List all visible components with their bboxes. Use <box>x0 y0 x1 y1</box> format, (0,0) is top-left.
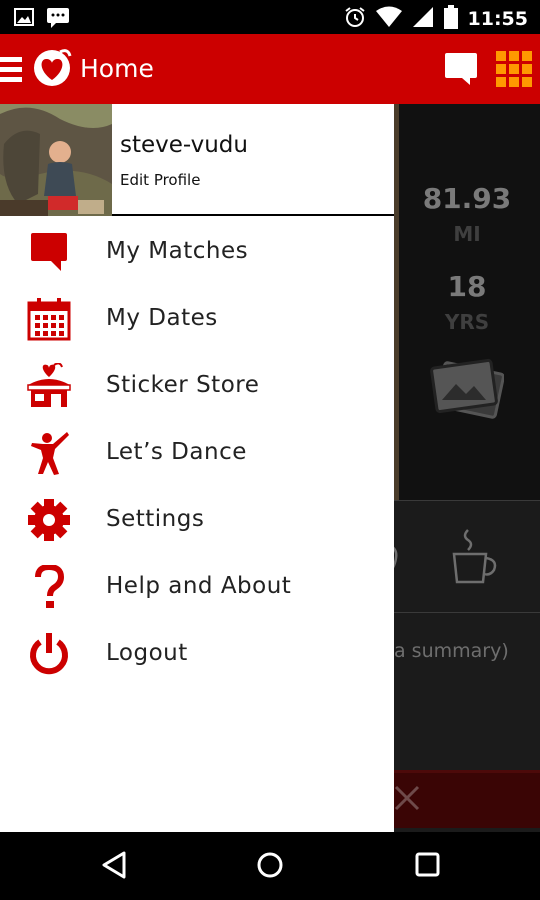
app-bar: Home <box>0 34 540 104</box>
image-notification-icon <box>14 7 34 33</box>
menu-item-help-and-about[interactable]: Help and About <box>0 553 394 620</box>
alarm-icon <box>344 6 366 32</box>
store-icon <box>24 363 74 408</box>
system-nav-bar <box>0 832 540 900</box>
recents-icon[interactable] <box>414 850 442 884</box>
menu-item-lets-dance[interactable]: Let’s Dance <box>0 419 394 486</box>
signal-icon <box>412 6 434 32</box>
background-action-bar <box>394 770 540 828</box>
drawer-menu: My Matches My Dates Sticker Store Let’s … <box>0 218 394 687</box>
divider <box>394 612 540 613</box>
status-bar: 11:55 <box>0 0 540 34</box>
chat-bubble-icon <box>24 230 74 274</box>
distance-unit: MI <box>453 222 481 246</box>
page-title: Home <box>80 54 154 83</box>
avatar[interactable] <box>0 104 112 216</box>
coffee-icon[interactable] <box>450 528 500 590</box>
age-value: 18 <box>447 270 487 303</box>
home-icon[interactable] <box>256 850 284 884</box>
app-logo <box>30 48 74 92</box>
profile-header[interactable]: steve-vudu Edit Profile <box>0 104 394 216</box>
divider <box>394 500 540 501</box>
menu-item-label: Let’s Dance <box>106 439 247 465</box>
menu-item-label: Help and About <box>106 573 292 599</box>
menu-item-my-matches[interactable]: My Matches <box>0 218 394 285</box>
background-stats-panel: 81.93 MI 18 YRS <box>394 104 540 500</box>
battery-icon <box>443 5 458 33</box>
hamburger-menu-icon[interactable] <box>0 57 22 83</box>
grid-icon[interactable] <box>496 51 532 91</box>
menu-item-label: Sticker Store <box>106 372 260 398</box>
menu-item-logout[interactable]: Logout <box>0 620 394 687</box>
question-icon <box>24 565 74 609</box>
power-icon <box>24 632 74 676</box>
close-icon[interactable] <box>394 785 420 815</box>
menu-item-label: My Matches <box>106 238 249 264</box>
wifi-icon <box>375 6 402 32</box>
background-profile-page: 81.93 MI 18 YRS a summary) <box>394 104 540 834</box>
clock-time: 11:55 <box>467 8 528 30</box>
menu-item-my-dates[interactable]: My Dates <box>0 285 394 352</box>
navigation-drawer: steve-vudu Edit Profile My Matches My Da… <box>0 104 394 832</box>
dancer-icon <box>24 431 74 475</box>
menu-item-sticker-store[interactable]: Sticker Store <box>0 352 394 419</box>
drink-icon[interactable] <box>394 538 400 582</box>
back-icon[interactable] <box>100 850 128 884</box>
photos-icon[interactable] <box>430 358 505 424</box>
gear-icon <box>24 498 74 542</box>
menu-item-label: Settings <box>106 506 205 532</box>
edit-profile-link[interactable]: Edit Profile <box>120 171 200 189</box>
age-unit: YRS <box>444 310 490 334</box>
menu-item-label: Logout <box>106 640 188 666</box>
distance-value: 81.93 <box>422 182 512 215</box>
profile-username: steve-vudu <box>120 132 248 158</box>
summary-text: a summary) <box>394 640 509 662</box>
menu-item-label: My Dates <box>106 305 218 331</box>
calendar-icon <box>24 297 74 341</box>
chat-icon[interactable] <box>444 52 478 90</box>
menu-item-settings[interactable]: Settings <box>0 486 394 553</box>
messenger-notification-icon <box>46 7 70 33</box>
